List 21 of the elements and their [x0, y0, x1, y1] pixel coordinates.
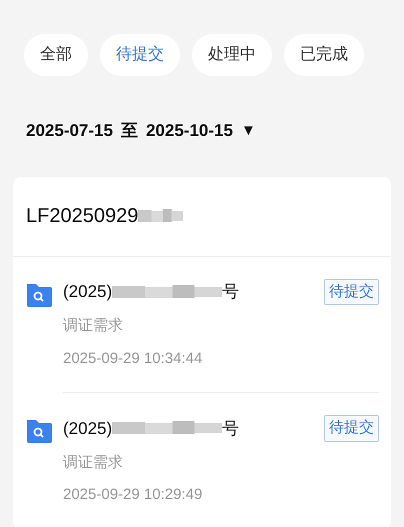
end-date[interactable]: 2025-10-15: [146, 118, 233, 144]
record-number: LF20250929: [26, 204, 138, 229]
case-title-end: 号: [222, 281, 240, 303]
timestamp: 2025-09-29 10:34:44: [63, 348, 204, 368]
filter-tab[interactable]: 待提交: [100, 34, 180, 76]
timestamp: 2025-09-29 10:29:49: [63, 485, 204, 505]
start-date[interactable]: 2025-07-15: [26, 118, 113, 144]
case-title-end: 号: [222, 418, 240, 440]
case-title-start: (2025): [63, 418, 112, 440]
filter-tab[interactable]: 已完成: [284, 34, 364, 76]
request-type: 调证需求: [63, 452, 124, 472]
request-type: 调证需求: [63, 316, 124, 336]
status-tag: 待提交: [324, 415, 379, 442]
case-title-start: (2025): [63, 281, 112, 303]
blurred-text: [138, 208, 184, 224]
folder-search-icon: [25, 417, 52, 444]
range-separator: 至: [120, 120, 138, 142]
filter-tab[interactable]: 处理中: [192, 34, 272, 76]
filter-tab[interactable]: 全部: [24, 34, 88, 76]
status-tag: 待提交: [324, 278, 379, 305]
dropdown-caret[interactable]: ▼: [240, 120, 256, 142]
